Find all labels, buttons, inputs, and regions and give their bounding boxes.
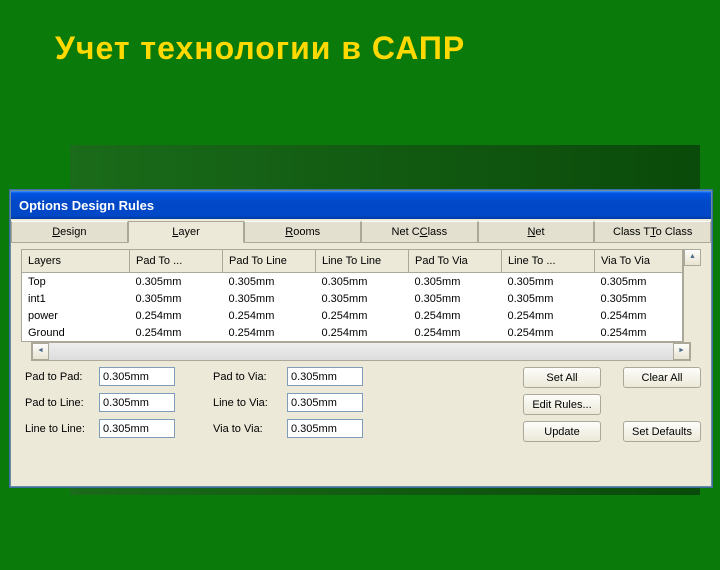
cell: 0.254mm xyxy=(409,307,502,324)
col-via-to-via[interactable]: Via To Via xyxy=(595,250,683,273)
tab-netclass-hotkey: C xyxy=(420,226,428,238)
cell: 0.254mm xyxy=(223,307,316,324)
cell-layer: int1 xyxy=(22,290,130,307)
pad-to-line-input[interactable] xyxy=(99,393,175,412)
cell: 0.305mm xyxy=(223,273,316,291)
cell: 0.305mm xyxy=(502,273,595,291)
cell: 0.305mm xyxy=(502,290,595,307)
tab-strip: Design Layer Rooms Net CClass Net Class … xyxy=(11,221,711,243)
tab-netclass-prefix: Net C xyxy=(392,226,420,238)
cell: 0.254mm xyxy=(316,324,409,342)
tab-layer[interactable]: Layer xyxy=(128,221,245,243)
tab-rooms[interactable]: Rooms xyxy=(244,221,361,242)
cell: 0.254mm xyxy=(595,307,683,324)
scroll-left-icon[interactable]: ◄ xyxy=(32,343,49,360)
via-to-via-input[interactable] xyxy=(287,419,363,438)
cell: 0.305mm xyxy=(130,290,223,307)
scroll-right-icon[interactable]: ► xyxy=(673,343,690,360)
cell: 0.254mm xyxy=(223,324,316,342)
grid-area: Layers Pad To ... Pad To Line Line To Li… xyxy=(21,249,701,361)
tab-rooms-hotkey: R xyxy=(285,226,293,238)
cell: 0.254mm xyxy=(130,324,223,342)
line-to-line-input[interactable] xyxy=(99,419,175,438)
cell: 0.254mm xyxy=(409,324,502,342)
cell: 0.305mm xyxy=(595,290,683,307)
pad-to-pad-input[interactable] xyxy=(99,367,175,386)
table-row[interactable]: power0.254mm0.254mm0.254mm0.254mm0.254mm… xyxy=(22,307,683,324)
pad-to-via-input[interactable] xyxy=(287,367,363,386)
line-to-line-label: Line to Line: xyxy=(25,423,95,435)
scroll-track[interactable] xyxy=(49,343,673,360)
cell: 0.305mm xyxy=(130,273,223,291)
tab-net-class[interactable]: Net CClass xyxy=(361,221,478,242)
tab-design-hotkey: D xyxy=(52,226,60,238)
col-pad-to-pad[interactable]: Pad To ... xyxy=(130,250,223,273)
set-defaults-button[interactable]: Set Defaults xyxy=(623,421,701,442)
update-button[interactable]: Update xyxy=(523,421,601,442)
tab-rooms-label: ooms xyxy=(293,226,320,238)
vertical-scrollbar[interactable]: ▲ xyxy=(683,249,701,342)
cell-layer: Ground xyxy=(22,324,130,342)
tab-ctc-prefix: Class T xyxy=(613,226,650,238)
col-pad-to-line[interactable]: Pad To Line xyxy=(223,250,316,273)
cell: 0.305mm xyxy=(409,290,502,307)
clear-all-button[interactable]: Clear All xyxy=(623,367,701,388)
cell: 0.305mm xyxy=(316,290,409,307)
cell: 0.254mm xyxy=(502,324,595,342)
table-row[interactable]: Top0.305mm0.305mm0.305mm0.305mm0.305mm0.… xyxy=(22,273,683,291)
line-to-via-label: Line to Via: xyxy=(213,397,283,409)
via-to-via-label: Via to Via: xyxy=(213,423,283,435)
controls-panel: Pad to Pad: Pad to Line: Line to Line: P… xyxy=(11,367,711,448)
cell-layer: Top xyxy=(22,273,130,291)
rules-grid[interactable]: Layers Pad To ... Pad To Line Line To Li… xyxy=(21,249,683,342)
tab-design[interactable]: Design xyxy=(11,221,128,242)
cell: 0.305mm xyxy=(409,273,502,291)
scroll-up-icon[interactable]: ▲ xyxy=(684,249,701,266)
tab-netclass-label: lass xyxy=(428,226,448,238)
cell: 0.305mm xyxy=(595,273,683,291)
cell: 0.254mm xyxy=(595,324,683,342)
titlebar: Options Design Rules xyxy=(11,191,711,219)
cell-layer: power xyxy=(22,307,130,324)
pad-to-pad-label: Pad to Pad: xyxy=(25,371,95,383)
tab-net[interactable]: Net xyxy=(478,221,595,242)
cell: 0.254mm xyxy=(130,307,223,324)
pad-to-line-label: Pad to Line: xyxy=(25,397,95,409)
cell: 0.254mm xyxy=(316,307,409,324)
slide-title: Учет технологии в САПР xyxy=(55,30,720,67)
table-row[interactable]: Ground0.254mm0.254mm0.254mm0.254mm0.254m… xyxy=(22,324,683,342)
col-pad-to-via[interactable]: Pad To Via xyxy=(409,250,502,273)
col-line-to-via[interactable]: Line To ... xyxy=(502,250,595,273)
cell: 0.254mm xyxy=(502,307,595,324)
app-window: Options Design Rules Design Layer Rooms … xyxy=(10,190,712,487)
col-line-to-line[interactable]: Line To Line xyxy=(316,250,409,273)
line-to-via-input[interactable] xyxy=(287,393,363,412)
pad-to-via-label: Pad to Via: xyxy=(213,371,283,383)
tab-ctc-label: o Class xyxy=(656,226,693,238)
cell: 0.305mm xyxy=(316,273,409,291)
window-title: Options Design Rules xyxy=(19,198,154,213)
tab-design-label: esign xyxy=(60,226,86,238)
tab-class-to-class[interactable]: Class TTo Class xyxy=(594,221,711,242)
horizontal-scrollbar[interactable]: ◄ ► xyxy=(31,342,691,361)
table-row[interactable]: int10.305mm0.305mm0.305mm0.305mm0.305mm0… xyxy=(22,290,683,307)
cell: 0.305mm xyxy=(223,290,316,307)
col-layers[interactable]: Layers xyxy=(22,250,130,273)
tab-net-label: et xyxy=(535,226,544,238)
set-all-button[interactable]: Set All xyxy=(523,367,601,388)
edit-rules-button[interactable]: Edit Rules... xyxy=(523,394,601,415)
tab-layer-label: ayer xyxy=(178,226,199,238)
